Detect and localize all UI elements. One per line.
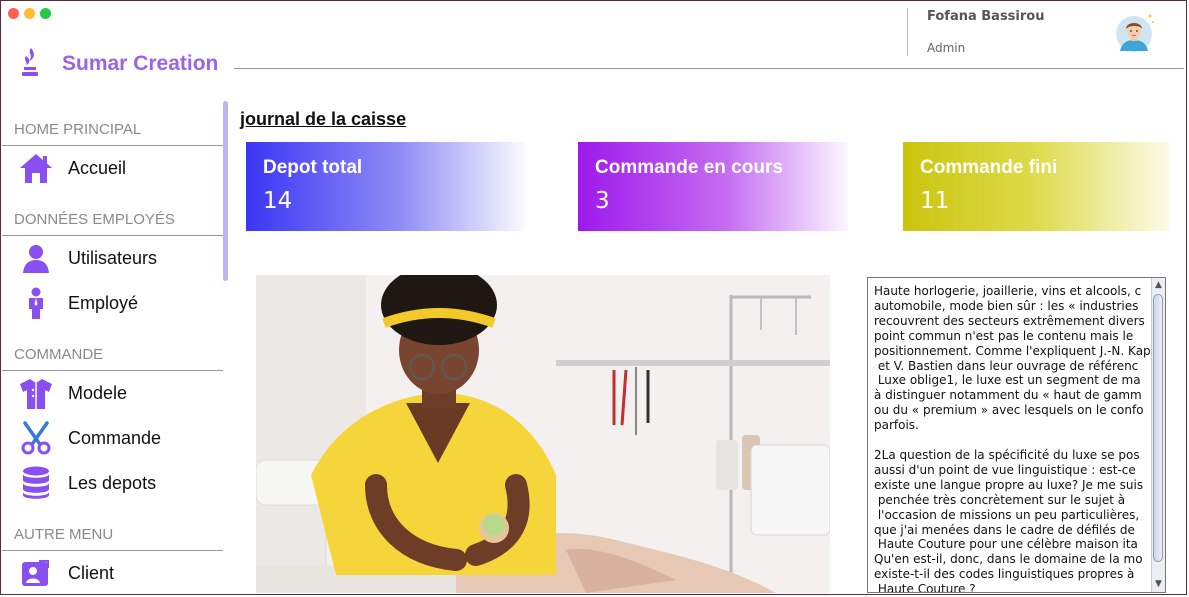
maximize-window-button[interactable] [40,8,51,19]
seamstress-photo [256,275,830,593]
section-divider [2,550,223,551]
scroll-down-icon[interactable]: ▼ [1152,578,1165,591]
sidebar-item-label: Client [68,562,115,583]
user-name: Fofana Bassirou [927,9,1045,24]
stat-card-value: 3 [595,188,610,214]
sidebar-item-label: Modele [68,382,128,403]
stat-card-depot-total[interactable]: Depot total 14 [246,142,526,231]
client-icon [18,555,54,591]
sidebar-item-modele[interactable]: Modele [18,375,127,411]
database-icon [18,465,54,501]
sidebar-item-depots[interactable]: Les depots [18,465,156,501]
user-role: Admin [927,41,966,55]
brand-name: Sumar Creation [62,52,219,75]
user-icon [18,240,54,276]
brand: Sumar Creation [18,47,218,81]
sidebar-item-commande[interactable]: Commande [18,420,161,456]
sidebar-item-utilisateurs[interactable]: Utilisateurs [18,240,157,276]
header-divider [234,68,1184,69]
stat-card-title: Depot total [263,157,363,178]
sidebar-item-client[interactable]: Client [18,555,114,591]
article-text: Haute horlogerie, joaillerie, vins et al… [874,284,1151,593]
section-divider [2,145,223,146]
article-scrollbar[interactable]: ▲ ▼ [1151,278,1165,592]
sidebar-item-accueil[interactable]: Accueil [18,150,126,186]
section-divider [2,370,223,371]
scroll-up-icon[interactable]: ▲ [1152,279,1165,292]
stat-card-value: 14 [263,188,293,214]
shirt-icon [18,375,54,411]
section-home: HOME PRINCIPAL [14,121,142,138]
avatar[interactable] [1112,13,1156,59]
section-employees: DONNÉES EMPLOYÉS [14,211,175,228]
section-autre: AUTRE MENU [14,526,114,543]
stat-card-value: 11 [920,188,950,214]
stat-card-title: Commande en cours [595,157,783,178]
sidebar-item-label: Accueil [68,157,127,178]
window-controls [8,8,51,19]
user-divider [907,8,908,56]
minimize-window-button[interactable] [24,8,35,19]
section-divider [2,235,223,236]
employee-icon [18,285,54,321]
sidebar-item-label: Utilisateurs [68,247,158,268]
home-icon [18,150,54,186]
scissors-icon [18,420,54,456]
sidebar-item-label: Les depots [68,472,157,493]
sidebar-item-label: Commande [68,427,162,448]
sidebar-item-employe[interactable]: Employé [18,285,138,321]
logo-icon [18,47,42,81]
stat-card-commande-en-cours[interactable]: Commande en cours 3 [578,142,848,231]
close-window-button[interactable] [8,8,19,19]
stat-card-commande-fini[interactable]: Commande fini 11 [903,142,1169,231]
sidebar-item-label: Employé [68,292,139,313]
page-title: journal de la caisse [240,109,407,129]
stat-card-title: Commande fini [920,157,1058,178]
scrollbar-thumb[interactable] [1153,294,1163,562]
section-commande: COMMANDE [14,346,104,363]
article-textarea[interactable]: Haute horlogerie, joaillerie, vins et al… [867,277,1166,593]
sidebar-scrollbar[interactable] [223,101,228,281]
